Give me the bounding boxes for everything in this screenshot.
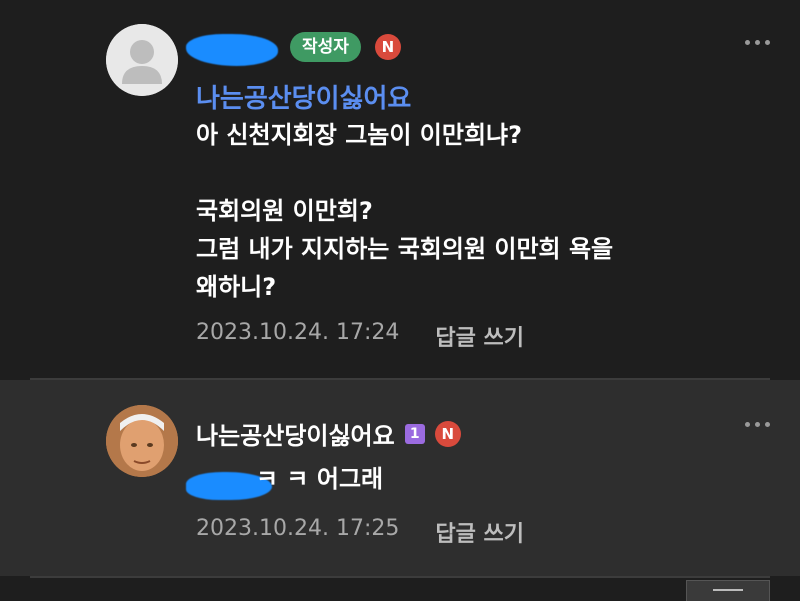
author-name[interactable]: 나는공산당이싫어요 [196,416,395,451]
more-options-icon[interactable] [745,40,770,45]
comment-meta: 2023.10.24. 17:25 답글 쓰기 [196,516,524,548]
comment-meta: 2023.10.24. 17:24 답글 쓰기 [196,320,524,352]
reply-button[interactable]: 답글 쓰기 [435,516,524,548]
timestamp: 2023.10.24. 17:25 [196,516,400,541]
handle-bar [713,589,743,591]
more-options-icon[interactable] [745,422,770,427]
new-badge: N [374,34,401,60]
timestamp: 2023.10.24. 17:24 [196,320,400,345]
body-line: 그럼 내가 지지하는 국회의원 이만희 욕을 [196,235,614,263]
new-badge: N [434,420,461,447]
comment-1: 작성자 N 나는공산당이싫어요 아 신천지회장 그놈이 이만희냐? 국회의원 이… [0,0,800,380]
avatar[interactable] [106,405,178,477]
body-line [196,154,613,192]
body-line: 왜하니? [196,273,277,301]
reply-button[interactable]: 답글 쓰기 [435,320,524,352]
scroll-handle[interactable] [686,580,770,601]
divider [30,576,770,578]
body-line: 국회의원 이만희? [196,197,373,225]
body-line: 아 신천지회장 그놈이 이만희냐? [196,121,523,149]
redacted-username [186,34,278,66]
comment-body: ㅋ ㅋ 어그래 [256,465,384,493]
level-badge: 1 [404,423,425,444]
default-avatar-icon[interactable] [106,24,178,96]
comment-2: 나는공산당이싫어요 1 N ㅋ ㅋ 어그래 2023.10.24. 17:25 … [0,380,800,576]
author-badge: 작성자 [290,32,361,62]
comment-body: 아 신천지회장 그놈이 이만희냐? 국회의원 이만희? 그럼 내가 지지하는 국… [196,116,613,306]
reply-mention[interactable]: 나는공산당이싫어요 [196,78,411,115]
